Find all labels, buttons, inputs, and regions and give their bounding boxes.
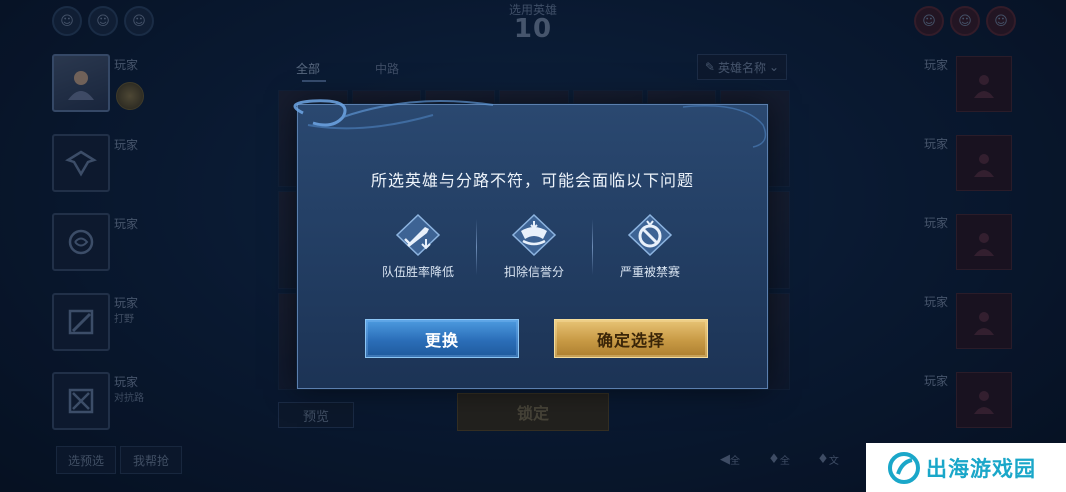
edit-icon: ✎ xyxy=(704,60,715,74)
mic-icon: ♦ xyxy=(817,451,829,467)
pick-countdown: 10 xyxy=(513,14,553,44)
ally-slot-1 xyxy=(52,54,110,112)
mic-all-button[interactable]: ♦ 全 xyxy=(763,444,795,474)
penalty-label: 严重被禁赛 xyxy=(619,265,680,279)
credit-deduct-icon xyxy=(511,213,557,257)
lane-mismatch-dialog: 所选英雄与分路不符，可能会面临以下问题 队伍胜率降低 扣除信誉分 严重被禁赛 更… xyxy=(293,99,768,389)
ally-role-4: 打野 xyxy=(114,314,134,325)
ally-slot-2 xyxy=(52,134,110,192)
chevron-down-icon: ⌄ xyxy=(769,60,780,74)
mage-role-icon xyxy=(68,229,94,255)
support-role-icon xyxy=(65,150,97,177)
ally-avatar-icon: ☺ xyxy=(88,6,118,36)
hero-name-filter-dropdown[interactable]: ✎ 英雄名称 ⌄ xyxy=(697,54,787,80)
watermark-text: 出海游戏园 xyxy=(926,456,1036,481)
enemy-avatar-icon: ☺ xyxy=(914,6,944,36)
lock-button[interactable]: 锁定 xyxy=(457,393,609,431)
mic-icon: ♦ xyxy=(768,451,780,467)
sword-down-icon xyxy=(395,213,441,257)
enemy-slot-1 xyxy=(956,56,1012,112)
enemy-slot-5 xyxy=(956,372,1012,428)
ban-icon xyxy=(627,213,673,257)
confirm-selection-button[interactable]: 确定选择 xyxy=(554,319,708,358)
enemy-hero-icon xyxy=(974,391,994,414)
ally-slot-4 xyxy=(52,293,110,351)
ally-name-3: 玩家 xyxy=(114,217,139,231)
enemy-name-4: 玩家 xyxy=(924,295,949,309)
speaker-icon: ◀ xyxy=(720,451,730,467)
speaker-all-label: 全 xyxy=(730,455,740,467)
ally-avatar-icon: ☺ xyxy=(52,6,82,36)
tab-mid-lane[interactable]: 中路 xyxy=(375,60,399,77)
mic-all-label: 全 xyxy=(779,455,790,467)
preselect-button[interactable]: 选预选 xyxy=(56,446,116,474)
ally-avatar-icon: ☺ xyxy=(124,6,154,36)
right-team-top-icons: ☺ ☺ ☺ xyxy=(914,6,1016,36)
penalty-label: 队伍胜率降低 xyxy=(381,265,454,279)
hero-portrait-icon xyxy=(68,71,94,100)
ally-role-5: 对抗路 xyxy=(114,393,144,404)
penalty-item: 严重被禁赛 xyxy=(592,213,708,283)
enemy-name-3: 玩家 xyxy=(924,216,949,230)
dialog-title: 所选英雄与分路不符，可能会面临以下问题 xyxy=(370,171,694,190)
enemy-hero-icon xyxy=(974,75,994,98)
ally-name-5: 玩家 xyxy=(114,375,139,389)
enemy-hero-icon xyxy=(974,233,994,256)
clash-lane-role-icon xyxy=(68,388,94,414)
summoner-spell-icon xyxy=(116,82,144,110)
watermark-logo-icon xyxy=(888,451,920,484)
ally-name-2: 玩家 xyxy=(114,138,139,152)
site-watermark: 出海游戏园 xyxy=(866,443,1066,492)
enemy-hero-icon xyxy=(974,154,994,177)
hero-filter-label: 英雄名称 xyxy=(717,60,766,75)
mic-team-button[interactable]: ♦ 文 xyxy=(812,444,844,474)
penalty-item: 队伍胜率降低 xyxy=(360,213,476,283)
active-tab-indicator xyxy=(302,80,326,82)
tab-all[interactable]: 全部 xyxy=(296,60,320,77)
penalty-item: 扣除信誉分 xyxy=(476,213,592,283)
help-pick-button[interactable]: 我帮抢 xyxy=(120,446,182,474)
enemy-avatar-icon: ☺ xyxy=(950,6,980,36)
ally-name-4: 玩家 xyxy=(114,296,139,310)
enemy-name-2: 玩家 xyxy=(924,137,949,151)
left-team-top-icons: ☺ ☺ ☺ xyxy=(52,6,154,36)
speaker-all-button[interactable]: ◀ 全 xyxy=(714,444,746,474)
ally-slot-3 xyxy=(52,213,110,271)
preview-button[interactable]: 预览 xyxy=(278,402,354,428)
mic-team-label: 文 xyxy=(828,455,839,467)
enemy-slot-4 xyxy=(956,293,1012,349)
enemy-slot-3 xyxy=(956,214,1012,270)
penalty-label: 扣除信誉分 xyxy=(503,265,564,279)
enemy-slot-2 xyxy=(956,135,1012,191)
ally-name-1: 玩家 xyxy=(114,58,139,72)
jungle-role-icon xyxy=(68,309,94,335)
enemy-name-5: 玩家 xyxy=(924,374,949,388)
enemy-avatar-icon: ☺ xyxy=(986,6,1016,36)
penalty-list: 队伍胜率降低 扣除信誉分 严重被禁赛 xyxy=(360,213,708,283)
enemy-name-1: 玩家 xyxy=(924,58,949,72)
change-hero-button[interactable]: 更换 xyxy=(365,319,519,358)
enemy-hero-icon xyxy=(974,312,994,335)
ally-slot-5 xyxy=(52,372,110,430)
cloud-ornament-icon xyxy=(293,99,767,148)
